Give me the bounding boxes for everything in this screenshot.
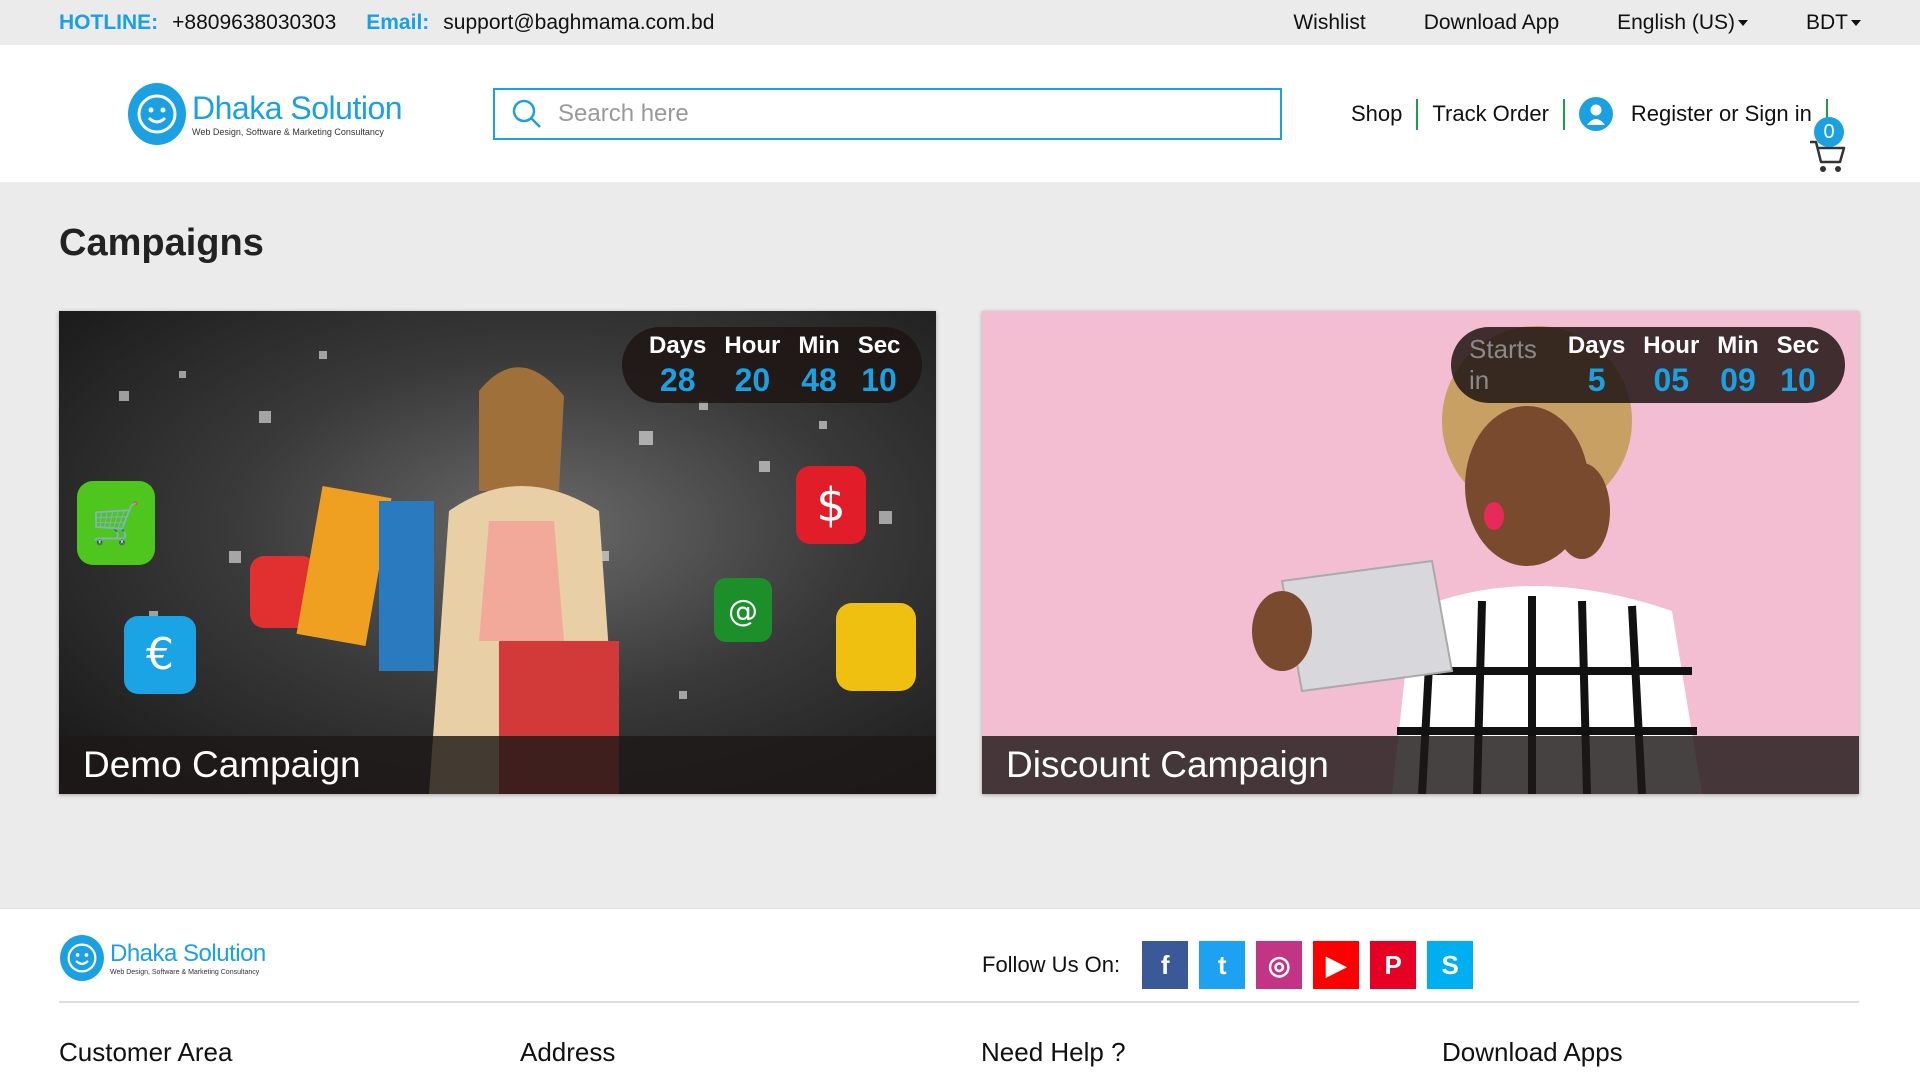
language-label: English (US): [1617, 10, 1735, 34]
timer-minutes: Min 48: [798, 332, 839, 399]
hotline-number[interactable]: +8809638030303: [172, 11, 336, 35]
timer-value: 5: [1587, 361, 1606, 398]
top-bar-links: Wishlist Download App English (US) BDT: [1293, 11, 1861, 35]
timer-label: Min: [1717, 331, 1759, 359]
svg-text:@: @: [728, 594, 758, 629]
timer-label: Days: [649, 331, 707, 359]
footer-divider: [59, 1001, 1859, 1003]
timer-label: Sec: [857, 331, 901, 359]
header-nav: Shop Track Order Register or Sign in: [1351, 97, 1842, 131]
chevron-down-icon: [1738, 19, 1748, 26]
register-signin-link[interactable]: Register or Sign in: [1631, 101, 1812, 127]
skype-icon[interactable]: S: [1427, 941, 1474, 989]
timer-label: Min: [798, 331, 840, 359]
timer-value: 09: [1720, 361, 1756, 398]
cart-count-badge: 0: [1814, 117, 1844, 147]
pinterest-icon[interactable]: P: [1370, 941, 1417, 989]
timer-label: Sec: [1776, 331, 1820, 359]
site-footer: Dhaka Solution Web Design, Software & Ma…: [0, 908, 1920, 1080]
timer-value: 20: [734, 361, 771, 398]
countdown-timer: Starts in Days 5 Hour 05 Min 09 Sec 10: [1451, 327, 1845, 403]
footer-heading-address: Address: [520, 1037, 616, 1067]
footer-heading-customer-area: Customer Area: [59, 1037, 233, 1067]
track-order-link[interactable]: Track Order: [1432, 101, 1549, 127]
social-links: f t ◎ ▶ P S: [1142, 941, 1484, 989]
campaign-title[interactable]: Demo Campaign: [59, 736, 936, 794]
countdown-timer: Days 28 Hour 20 Min 48 Sec 10: [622, 327, 922, 403]
footer-heading-download-apps: Download Apps: [1442, 1037, 1623, 1067]
starts-in-label: Starts in: [1469, 334, 1537, 395]
youtube-icon[interactable]: ▶: [1313, 941, 1360, 989]
instagram-icon[interactable]: ◎: [1256, 941, 1303, 989]
logo-subtitle: Web Design, Software & Marketing Consult…: [110, 968, 260, 976]
svg-text:🛒: 🛒: [91, 500, 141, 547]
logo-title: Dhaka Solution: [110, 939, 266, 967]
facebook-icon[interactable]: f: [1142, 941, 1189, 989]
download-app-link[interactable]: Download App: [1424, 11, 1559, 35]
currency-dropdown[interactable]: BDT: [1806, 11, 1861, 35]
timer-days: Days 28: [649, 332, 706, 399]
timer-minutes: Min 09: [1717, 332, 1758, 399]
divider: [1562, 98, 1565, 130]
timer-value: 28: [659, 361, 696, 398]
svg-text:$: $: [816, 478, 845, 532]
timer-days: Days 5: [1568, 332, 1625, 399]
campaign-card-discount[interactable]: Starts in Days 5 Hour 05 Min 09 Sec 10 D…: [982, 311, 1859, 794]
top-bar: HOTLINE: +8809638030303 Email: support@b…: [0, 0, 1920, 45]
timer-seconds: Sec 10: [1777, 332, 1820, 399]
timer-value: 05: [1653, 361, 1690, 398]
hotline-label: HOTLINE:: [59, 10, 159, 34]
footer-columns: Customer Area Address Need Help ? Downlo…: [59, 1037, 1903, 1068]
follow-us: Follow Us On: f t ◎ ▶ P S: [982, 941, 1484, 989]
follow-label: Follow Us On:: [982, 952, 1121, 977]
email-address[interactable]: support@baghmama.com.bd: [443, 11, 714, 35]
site-logo[interactable]: Dhaka Solution Web Design, Software & Ma…: [128, 83, 403, 145]
language-dropdown[interactable]: English (US): [1617, 11, 1748, 35]
footer-logo[interactable]: Dhaka Solution Web Design, Software & Ma…: [60, 935, 266, 981]
smiley-icon: [128, 83, 186, 145]
search-box: [493, 88, 1282, 140]
timer-hours: Hour 05: [1643, 332, 1699, 399]
timer-label: Hour: [1643, 331, 1700, 359]
email-label: Email:: [366, 10, 430, 34]
timer-label: Days: [1567, 331, 1626, 359]
chevron-down-icon: [1851, 19, 1861, 26]
search-icon[interactable]: [512, 99, 542, 129]
search-input[interactable]: [558, 100, 1238, 128]
campaign-card-demo[interactable]: 🛒 $ € @ Days 28 Hour 20 Min 48 Sec 10 De…: [59, 311, 936, 794]
logo-title: Dhaka Solution: [192, 90, 403, 126]
svg-text:€: €: [146, 629, 174, 680]
wishlist-link[interactable]: Wishlist: [1293, 11, 1365, 35]
timer-value: 10: [1780, 361, 1816, 398]
timer-value: 10: [861, 361, 897, 398]
divider: [1416, 98, 1419, 130]
timer-seconds: Sec 10: [858, 332, 901, 399]
twitter-icon[interactable]: t: [1199, 941, 1246, 989]
currency-label: BDT: [1806, 10, 1848, 34]
site-header: Dhaka Solution Web Design, Software & Ma…: [0, 45, 1920, 182]
timer-label: Hour: [724, 331, 781, 359]
shop-link[interactable]: Shop: [1351, 101, 1402, 127]
logo-subtitle: Web Design, Software & Marketing Consult…: [192, 127, 384, 137]
smiley-icon: [60, 935, 104, 981]
page-title: Campaigns: [59, 222, 264, 264]
main-content: Campaigns 🛒 $ € @ Days 28 Hour 20 Min 48…: [0, 182, 1920, 908]
footer-heading-need-help: Need Help ?: [981, 1037, 1126, 1067]
user-icon[interactable]: [1578, 97, 1613, 131]
campaign-title[interactable]: Discount Campaign: [982, 736, 1859, 794]
timer-value: 48: [801, 361, 837, 398]
timer-hours: Hour 20: [724, 332, 780, 399]
